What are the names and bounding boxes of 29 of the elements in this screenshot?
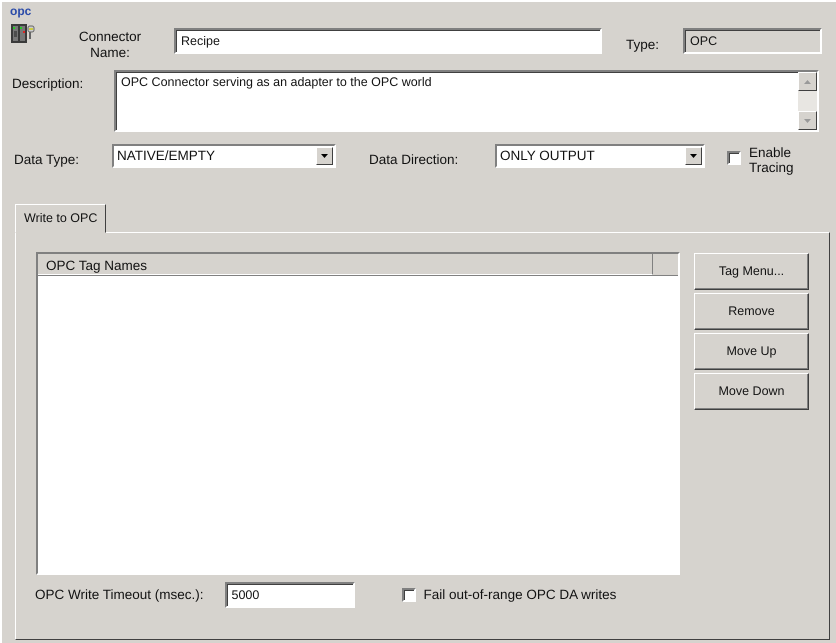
logo-label: opc xyxy=(10,5,32,17)
dropdown[interactable]: ONLY OUTPUT xyxy=(495,144,705,168)
down-arrow-icon xyxy=(804,118,811,122)
column-header[interactable]: OPC Tag Names xyxy=(38,254,653,275)
button[interactable]: Remove xyxy=(694,293,809,330)
dropdown[interactable]: NATIVE/EMPTY xyxy=(112,144,336,168)
field-label: Data Type: xyxy=(13,151,80,168)
checkbox[interactable] xyxy=(402,588,416,602)
field-label: Type: xyxy=(626,37,660,54)
tab[interactable]: Write to OPC xyxy=(15,204,106,233)
down-arrow-icon xyxy=(321,154,328,158)
checkbox-label: Fail out-of-range OPC DA writes xyxy=(424,586,616,604)
field-label: Connector Name: xyxy=(78,29,142,61)
field-label: Description: xyxy=(11,75,84,92)
name-field[interactable]: Recipe xyxy=(174,28,602,54)
connector-icon xyxy=(10,21,36,45)
up-arrow-icon xyxy=(804,80,811,84)
button[interactable]: Move Up xyxy=(694,333,809,370)
checkbox-label: Enable Tracing xyxy=(749,145,795,175)
button[interactable]: Tag Menu... xyxy=(694,253,809,290)
field-label: OPC Write Timeout (msec.): xyxy=(35,586,204,604)
checkbox[interactable] xyxy=(727,151,741,165)
down-arrow-icon xyxy=(690,154,697,158)
button[interactable]: Move Down xyxy=(694,373,809,410)
tag-list[interactable]: OPC Tag Names xyxy=(36,252,680,575)
description-field[interactable]: OPC Connector serving as an adapter to the OPC world xyxy=(114,70,819,132)
scrollbar[interactable] xyxy=(798,72,817,130)
timeout-field[interactable]: 5000 xyxy=(224,582,355,608)
field-label: Data Direction: xyxy=(369,151,460,168)
